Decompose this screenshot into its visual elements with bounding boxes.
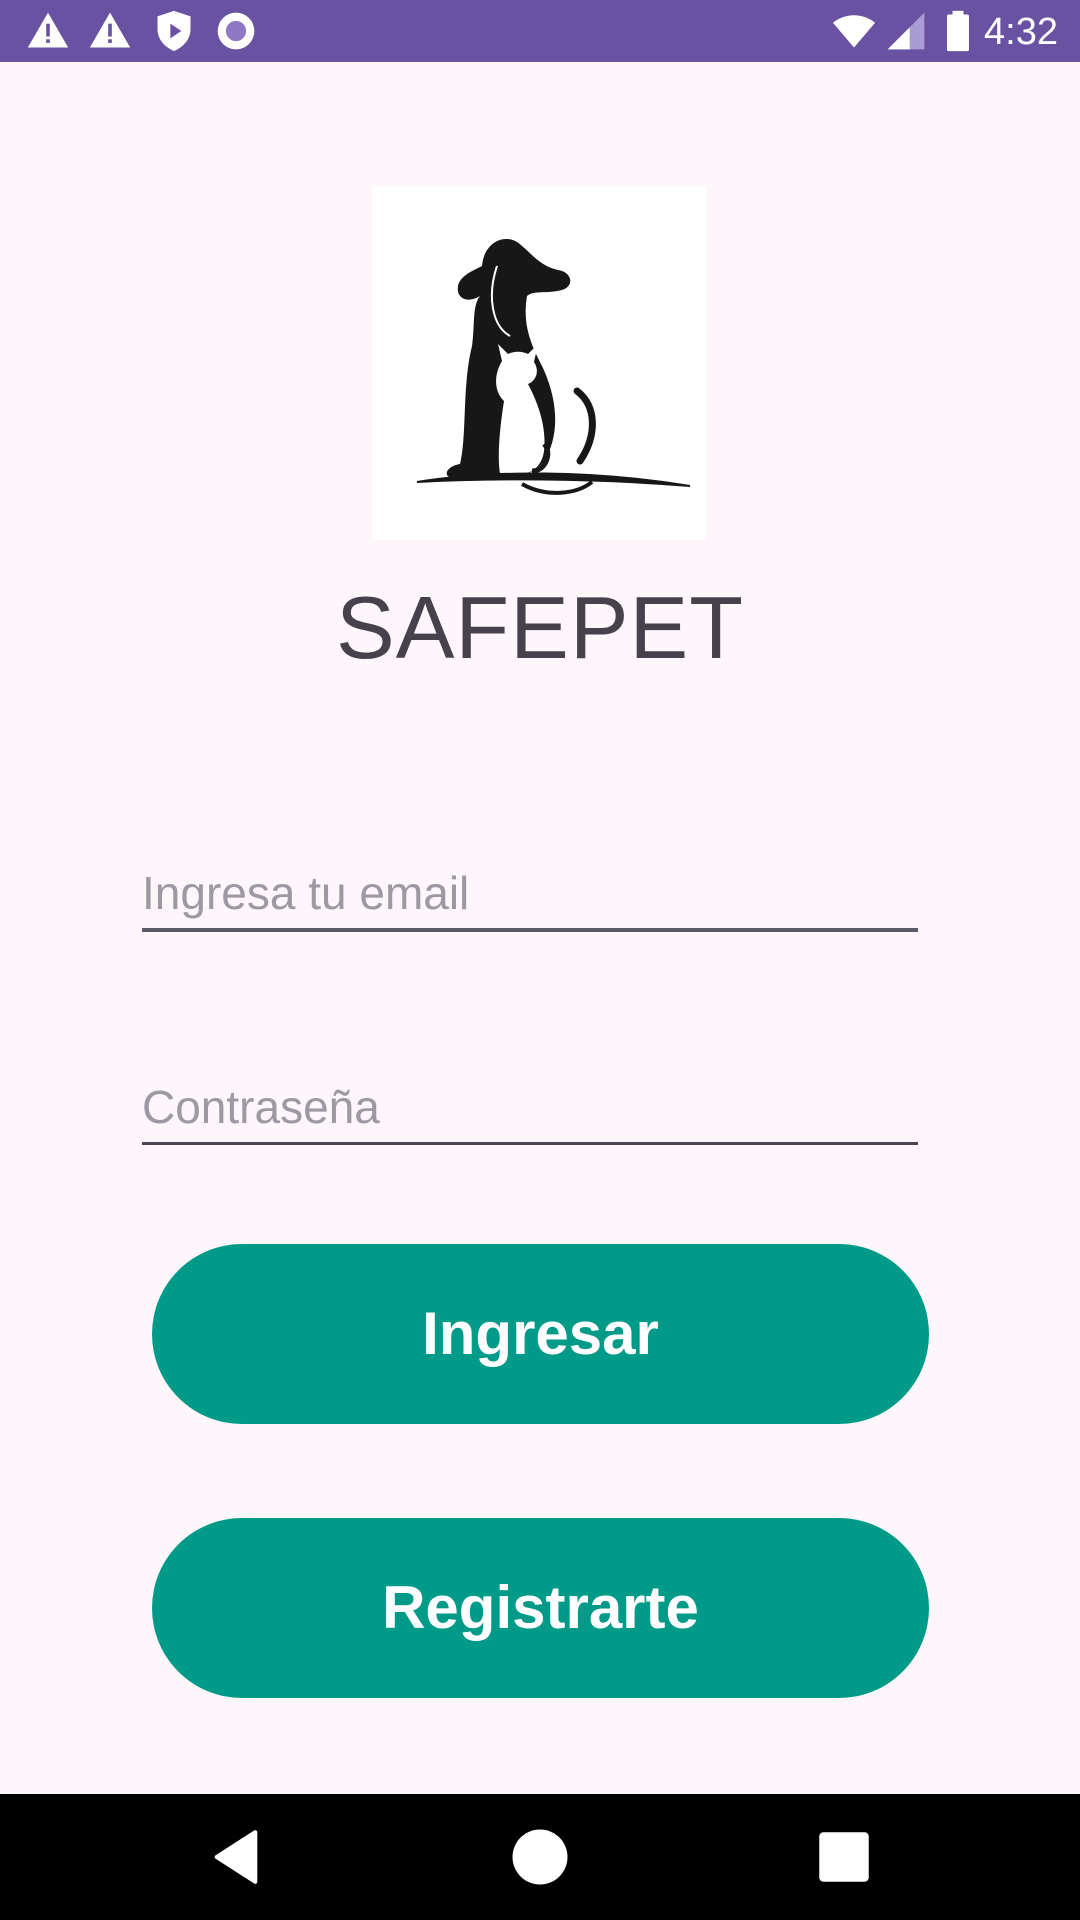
status-bar: 4:32 — [0, 0, 1080, 62]
register-button[interactable]: Registrarte — [152, 1518, 929, 1698]
home-icon[interactable] — [507, 1824, 573, 1890]
login-screen: 4:32 SAFEPET Ingresar Registrarte — [0, 0, 1080, 1920]
warning-icon — [89, 12, 131, 48]
navigation-bar — [0, 1794, 1080, 1920]
warning-icon — [27, 12, 69, 48]
cell-signal-icon — [887, 12, 925, 50]
battery-icon — [947, 10, 969, 52]
app-logo — [372, 186, 706, 540]
password-field[interactable] — [142, 1072, 918, 1145]
record-icon — [217, 12, 255, 50]
dog-and-cat-logo — [416, 238, 691, 495]
shield-icon — [157, 10, 191, 52]
back-icon[interactable] — [203, 1824, 269, 1890]
app-title: SAFEPET — [336, 578, 744, 677]
wifi-icon — [832, 15, 876, 48]
login-button[interactable]: Ingresar — [152, 1244, 929, 1424]
email-field[interactable] — [142, 858, 918, 932]
status-time: 4:32 — [984, 11, 1058, 53]
recents-icon[interactable] — [811, 1824, 877, 1890]
